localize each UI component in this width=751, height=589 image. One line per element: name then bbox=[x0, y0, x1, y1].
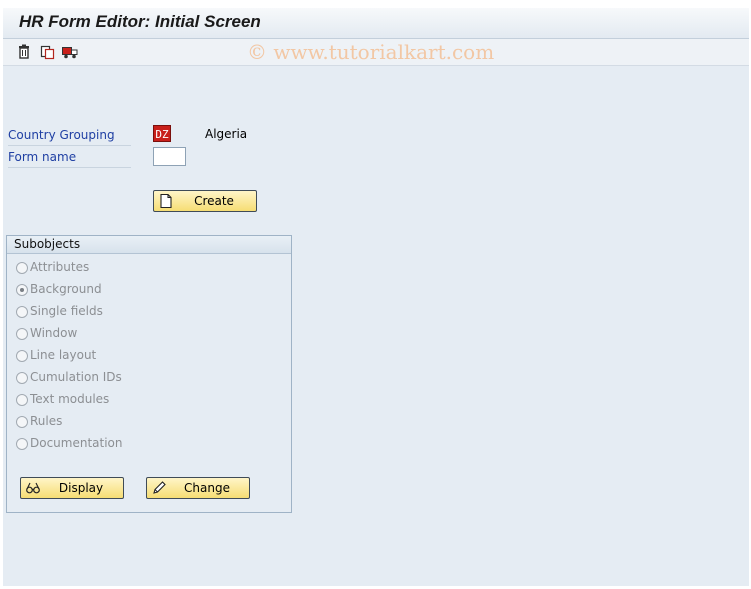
create-button-label: Create bbox=[194, 194, 234, 208]
radio-attributes[interactable]: Attributes bbox=[16, 259, 216, 277]
radio-single-fields[interactable]: Single fields bbox=[16, 303, 216, 321]
radio-text-modules[interactable]: Text modules bbox=[16, 391, 216, 409]
radio-label: Attributes bbox=[30, 260, 90, 274]
radio-circle bbox=[16, 350, 28, 362]
country-grouping-field[interactable]: DZ bbox=[153, 125, 171, 142]
radio-circle-selected bbox=[16, 284, 28, 296]
create-button[interactable]: Create bbox=[153, 190, 257, 212]
radio-circle bbox=[16, 328, 28, 340]
watermark: © www.tutorialkart.com bbox=[247, 40, 495, 64]
radio-label: Text modules bbox=[30, 392, 110, 406]
transport-icon[interactable] bbox=[61, 43, 79, 61]
title-bar: HR Form Editor: Initial Screen bbox=[3, 8, 749, 39]
radio-circle bbox=[16, 416, 28, 428]
radio-window[interactable]: Window bbox=[16, 325, 216, 343]
radio-documentation[interactable]: Documentation bbox=[16, 435, 216, 453]
form-name-label: Form name bbox=[8, 147, 131, 168]
country-grouping-label: Country Grouping bbox=[8, 125, 131, 146]
change-button[interactable]: Change bbox=[146, 477, 250, 499]
radio-circle bbox=[16, 372, 28, 384]
radio-label: Line layout bbox=[30, 348, 97, 362]
display-button-label: Display bbox=[58, 481, 104, 495]
subobjects-group: Subobjects Attributes Background Single … bbox=[6, 235, 292, 513]
pencil-icon bbox=[151, 480, 167, 496]
radio-label: Single fields bbox=[30, 304, 103, 318]
country-grouping-text: Algeria bbox=[205, 127, 248, 141]
subobjects-title: Subobjects bbox=[14, 237, 81, 251]
radio-circle bbox=[16, 438, 28, 450]
sap-window: HR Form Editor: Initial Screen © www.tut… bbox=[3, 8, 749, 586]
delete-icon[interactable] bbox=[15, 43, 33, 61]
radio-circle bbox=[16, 262, 28, 274]
form-name-input[interactable] bbox=[153, 147, 186, 166]
radio-label: Cumulation IDs bbox=[30, 370, 122, 384]
window-title: HR Form Editor: Initial Screen bbox=[19, 12, 261, 31]
radio-background[interactable]: Background bbox=[16, 281, 216, 299]
new-document-icon bbox=[158, 193, 174, 209]
change-button-label: Change bbox=[184, 481, 230, 495]
radio-cumulation-ids[interactable]: Cumulation IDs bbox=[16, 369, 216, 387]
radio-circle bbox=[16, 306, 28, 318]
radio-rules[interactable]: Rules bbox=[16, 413, 216, 431]
glasses-icon bbox=[25, 480, 41, 496]
radio-label: Rules bbox=[30, 414, 63, 428]
radio-label: Window bbox=[30, 326, 78, 340]
copy-icon[interactable] bbox=[39, 43, 57, 61]
display-button[interactable]: Display bbox=[20, 477, 124, 499]
radio-label: Background bbox=[30, 282, 102, 296]
radio-line-layout[interactable]: Line layout bbox=[16, 347, 216, 365]
radio-circle bbox=[16, 394, 28, 406]
radio-label: Documentation bbox=[30, 436, 123, 450]
subobjects-header: Subobjects bbox=[7, 236, 291, 254]
